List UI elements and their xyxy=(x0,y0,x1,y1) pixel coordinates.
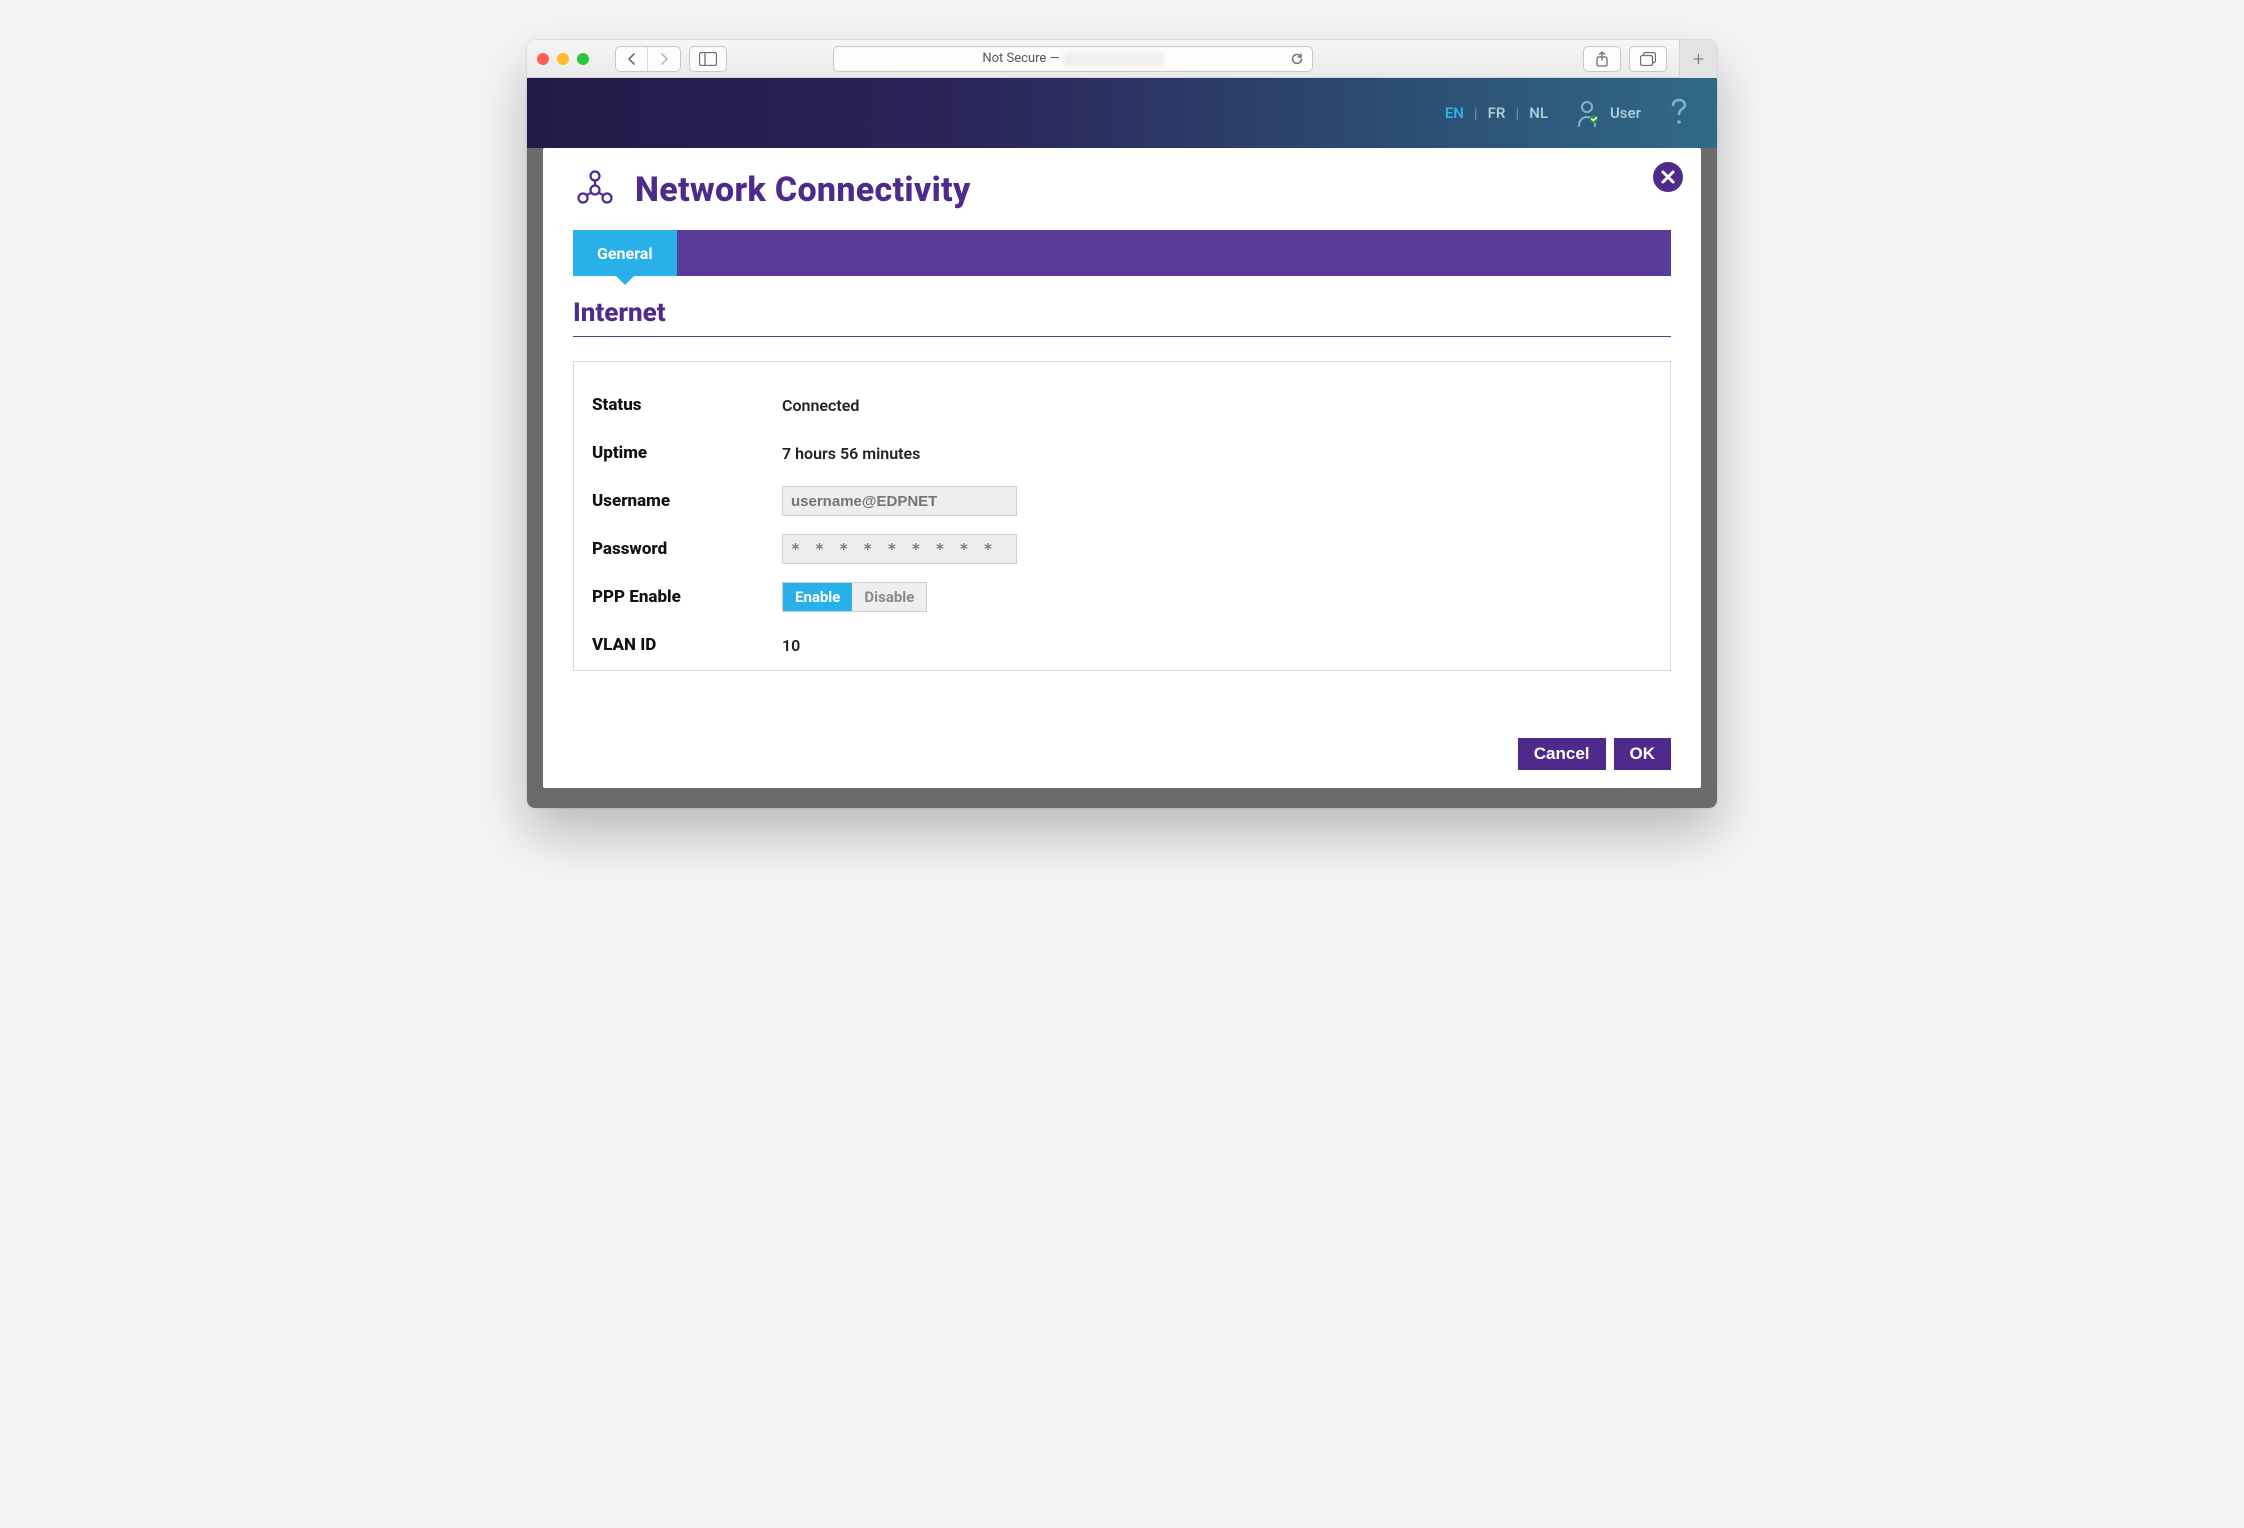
label-ppp-enable: PPP Enable xyxy=(592,587,782,607)
user-label: User xyxy=(1610,104,1641,122)
username-input[interactable] xyxy=(782,486,1017,516)
share-button[interactable] xyxy=(1584,47,1620,71)
share-group xyxy=(1583,46,1621,72)
traffic-lights xyxy=(537,53,589,65)
user-icon xyxy=(1576,99,1600,127)
label-status: Status xyxy=(592,395,782,415)
ok-button[interactable]: OK xyxy=(1614,738,1672,770)
tab-label: General xyxy=(597,244,653,263)
page-viewport: EN | FR | NL User xyxy=(527,78,1717,808)
reload-icon[interactable] xyxy=(1290,52,1304,66)
value-status: Connected xyxy=(782,396,859,415)
label-username: Username xyxy=(592,491,782,511)
ppp-enable-on[interactable]: Enable xyxy=(783,583,852,611)
password-input[interactable] xyxy=(782,534,1017,564)
language-switcher: EN | FR | NL xyxy=(1445,104,1548,122)
value-uptime: 7 hours 56 minutes xyxy=(782,444,920,463)
ppp-enable-toggle: Enable Disable xyxy=(782,582,927,612)
security-indicator: Not Secure — xyxy=(982,51,1059,66)
modal-network-connectivity: Network Connectivity General Internet St… xyxy=(543,148,1701,788)
modal-actions: Cancel OK xyxy=(1518,738,1671,770)
settings-panel: Status Connected Uptime 7 hours 56 minut… xyxy=(573,361,1671,671)
user-chip[interactable]: User xyxy=(1576,99,1641,127)
ppp-enable-off[interactable]: Disable xyxy=(852,583,926,611)
row-status: Status Connected xyxy=(592,384,1652,426)
tab-bar: General xyxy=(573,230,1671,276)
label-password: Password xyxy=(592,539,782,559)
row-password: Password xyxy=(592,528,1652,570)
row-ppp-enable: PPP Enable Enable Disable xyxy=(592,576,1652,618)
lang-en[interactable]: EN xyxy=(1445,104,1464,122)
url-host-blurred xyxy=(1064,52,1164,66)
window-close-dot[interactable] xyxy=(537,53,549,65)
tabs-overview-button[interactable] xyxy=(1630,47,1666,71)
row-username: Username xyxy=(592,480,1652,522)
browser-window: Not Secure — + EN | xyxy=(527,40,1717,808)
label-uptime: Uptime xyxy=(592,443,782,463)
sidebar-toggle-group xyxy=(689,46,727,72)
network-icon xyxy=(573,168,617,212)
nav-buttons xyxy=(615,46,681,72)
tab-general[interactable]: General xyxy=(573,230,677,276)
cancel-button[interactable]: Cancel xyxy=(1518,738,1606,770)
url-bar[interactable]: Not Secure — xyxy=(833,46,1313,72)
modal-header: Network Connectivity xyxy=(573,168,1671,230)
back-button[interactable] xyxy=(616,47,648,71)
lang-fr[interactable]: FR xyxy=(1488,104,1506,122)
close-icon[interactable] xyxy=(1653,162,1683,192)
label-vlan-id: VLAN ID xyxy=(592,635,782,655)
chrome-right-tools xyxy=(1583,46,1667,72)
section-title-internet: Internet xyxy=(573,288,1671,337)
row-uptime: Uptime 7 hours 56 minutes xyxy=(592,432,1652,474)
browser-chrome: Not Secure — + xyxy=(527,40,1717,78)
lang-nl[interactable]: NL xyxy=(1529,104,1548,122)
window-minimize-dot[interactable] xyxy=(557,53,569,65)
forward-button[interactable] xyxy=(648,47,680,71)
window-zoom-dot[interactable] xyxy=(577,53,589,65)
new-tab-button[interactable]: + xyxy=(1679,40,1717,78)
app-header: EN | FR | NL User xyxy=(527,78,1717,148)
page-title: Network Connectivity xyxy=(635,170,971,210)
help-icon[interactable] xyxy=(1669,98,1689,128)
row-vlan-id: VLAN ID 10 xyxy=(592,624,1652,666)
value-vlan-id: 10 xyxy=(782,636,800,655)
sidebar-toggle-button[interactable] xyxy=(690,47,726,71)
tabs-overview-group xyxy=(1629,46,1667,72)
